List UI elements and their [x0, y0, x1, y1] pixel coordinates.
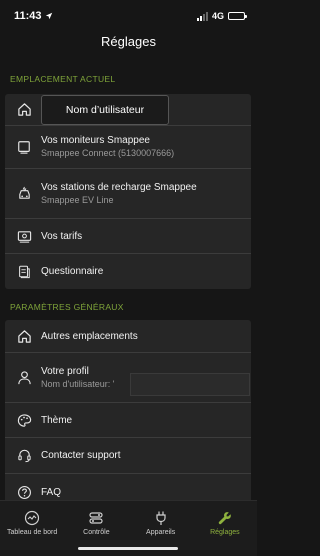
row-subtitle: Smappee EV Line — [41, 194, 114, 205]
row-title: Contacter support — [41, 450, 121, 461]
row-subtitle: Nom d'utilisateur: ' — [41, 378, 115, 389]
row-questionnaire[interactable]: Questionnaire — [5, 254, 251, 289]
username-tooltip: Nom d’utilisateur — [41, 95, 169, 125]
home-icon — [16, 328, 32, 344]
battery-icon — [228, 12, 247, 20]
tab-dashboard[interactable]: Tableau de bord — [0, 501, 64, 556]
tab-settings[interactable]: Réglages — [193, 501, 257, 556]
general-settings-card: Autres emplacements Votre profil Nom d'u… — [5, 320, 251, 510]
redacted-username — [130, 373, 250, 396]
wrench-icon — [217, 509, 233, 527]
row-contact-support[interactable]: Contacter support — [5, 438, 251, 474]
ev-charger-icon — [16, 186, 32, 202]
plug-icon — [153, 509, 169, 527]
row-title: FAQ — [41, 486, 62, 498]
row-title: Questionnaire — [41, 266, 104, 277]
tab-label: Appareils — [146, 529, 176, 536]
row-other-locations[interactable]: Autres emplacements — [5, 320, 251, 353]
dashboard-icon — [24, 509, 40, 527]
network-type: 4G — [211, 11, 224, 21]
row-subtitle: Smappee Connect (5130007666) — [41, 148, 175, 158]
questionnaire-icon — [16, 264, 32, 280]
home-indicator — [78, 547, 178, 550]
row-title: Autres emplacements — [41, 330, 138, 342]
row-title: Vos moniteurs Smappee — [41, 135, 150, 146]
row-title: Vos stations de recharge Smappee — [41, 181, 197, 193]
row-title: Votre profil — [41, 365, 89, 377]
help-icon — [16, 484, 32, 500]
headset-icon — [16, 448, 32, 464]
row-monitors[interactable]: Vos moniteurs Smappee Smappee Connect (5… — [5, 126, 251, 169]
status-bar: 11:43 4G — [0, 0, 257, 32]
tab-label: Contrôle — [83, 529, 110, 536]
tariff-icon — [16, 228, 32, 244]
control-icon — [88, 509, 104, 527]
row-theme[interactable]: Thème — [5, 403, 251, 438]
row-title: Thème — [41, 414, 73, 426]
row-title: Vos tarifs — [41, 230, 83, 242]
row-tariffs[interactable]: Vos tarifs — [5, 219, 251, 254]
page-title: Réglages — [101, 34, 156, 49]
signal-icon — [196, 11, 208, 21]
section-header-current: EMPLACEMENT ACTUEL — [10, 74, 116, 84]
tab-label: Réglages — [210, 529, 240, 536]
home-icon — [16, 102, 32, 118]
tab-label: Tableau de bord — [7, 529, 58, 536]
monitor-icon — [16, 139, 32, 155]
profile-icon — [16, 370, 32, 386]
status-time: 11:43 — [14, 10, 42, 22]
location-arrow-icon — [45, 12, 53, 20]
palette-icon — [16, 412, 32, 428]
section-header-general: PARAMÈTRES GÉNÉRAUX — [10, 302, 124, 312]
row-charging-stations[interactable]: Vos stations de recharge Smappee Smappee… — [5, 169, 251, 219]
